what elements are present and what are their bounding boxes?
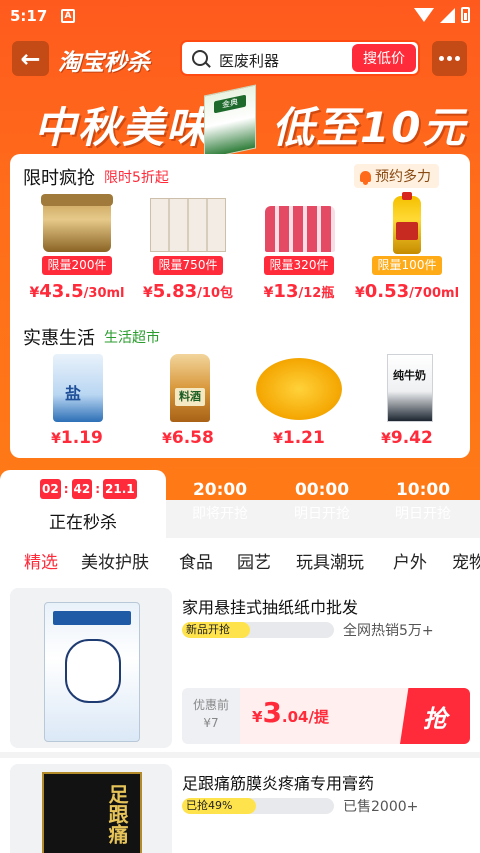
flash-product-2[interactable]: 限量750件 ¥5.83/10包 bbox=[133, 194, 243, 302]
session-tab-2000[interactable]: 20:00 即将开抢 bbox=[170, 480, 270, 523]
tissue-pack-image bbox=[146, 194, 230, 254]
sold-count: 已售2000+ bbox=[343, 799, 419, 815]
search-button[interactable]: 搜低价 bbox=[352, 44, 416, 72]
progress-label: 新品开抢 bbox=[186, 623, 230, 636]
back-button[interactable]: ← bbox=[12, 41, 49, 76]
sold-count: 全网热销5万+ bbox=[343, 623, 434, 639]
cooking-wine-image: 料酒 bbox=[146, 354, 230, 422]
banner-right-text: 低至10元 bbox=[272, 103, 467, 152]
promo-banner[interactable]: 中秋美味 金典 低至10元 bbox=[0, 84, 480, 160]
session-tab-0000[interactable]: 00:00 明日开抢 bbox=[272, 480, 372, 523]
countdown-timer: 02 : 42 : 21.1 bbox=[40, 479, 137, 499]
limit-badge: 限量750件 bbox=[152, 256, 224, 275]
daily-life-subtitle: 生活超市 bbox=[104, 330, 160, 346]
daily-product-2[interactable]: 料酒 bbox=[133, 354, 243, 422]
original-price: 优惠前 ¥7 bbox=[182, 688, 240, 744]
status-time: 5:17 bbox=[10, 7, 48, 25]
session-tabs: 02 : 42 : 21.1 正在秒杀 20:00 即将开抢 00:00 明日开… bbox=[0, 468, 480, 538]
wifi-icon bbox=[414, 8, 434, 22]
milk-pack-image: 纯牛奶 bbox=[365, 354, 449, 422]
list-item[interactable]: 足跟痛 足跟痛筋膜炎疼痛专用膏药 已抢49% 已售2000+ bbox=[0, 758, 480, 853]
product-thumbnail: 足跟痛 bbox=[10, 764, 172, 853]
cream-jar-image bbox=[35, 194, 119, 254]
daily-price-2: ¥6.58 bbox=[162, 428, 214, 448]
banner-left-text: 中秋美味 bbox=[34, 103, 211, 152]
arrow-left-icon: ← bbox=[20, 44, 41, 73]
more-dots-icon bbox=[439, 56, 444, 61]
sales-progress-bar: 新品开抢 bbox=[182, 622, 334, 638]
session-status: 明日开抢 bbox=[395, 506, 451, 522]
daily-price-3: ¥1.21 bbox=[273, 428, 325, 448]
cornmeal-image bbox=[252, 354, 346, 422]
session-time: 10:00 bbox=[395, 480, 451, 500]
signal-icon bbox=[440, 7, 455, 23]
progress-label: 已抢49% bbox=[186, 799, 233, 812]
session-status: 即将开抢 bbox=[192, 506, 248, 522]
product-thumbnail bbox=[10, 588, 172, 748]
taobao-seckill-logo: 淘宝秒杀 bbox=[58, 50, 150, 76]
daily-product-4[interactable]: 纯牛奶 bbox=[352, 354, 462, 422]
sales-progress-bar: 已抢49% bbox=[182, 798, 334, 814]
list-item[interactable]: 家用悬挂式抽纸纸巾批发 新品开抢 全网热销5万+ 优惠前 ¥7 ¥3.04/提 … bbox=[0, 582, 480, 752]
session-active-label: 正在秒杀 bbox=[49, 513, 117, 533]
flash-product-3[interactable]: 限量320件 ¥13/12瓶 bbox=[244, 194, 354, 302]
flash-sale-subtitle: 限时5折起 bbox=[104, 170, 169, 186]
grab-button[interactable]: 抢 bbox=[400, 688, 470, 744]
flash-sale-title: 限时疯抢 bbox=[23, 168, 95, 189]
countdown-seconds: 21.1 bbox=[103, 479, 137, 499]
product-title: 足跟痛筋膜炎疼痛专用膏药 bbox=[182, 774, 375, 793]
daily-price-4: ¥9.42 bbox=[381, 428, 433, 448]
daily-price-1: ¥1.19 bbox=[51, 428, 103, 448]
app-root: 5:17 A ← 淘宝秒杀 医废利器 搜低价 中秋美味 金典 低至10元 限时疯… bbox=[0, 0, 480, 853]
nav-bar: ← 淘宝秒杀 医废利器 搜低价 bbox=[0, 36, 480, 80]
session-time: 00:00 bbox=[294, 480, 350, 500]
milk-box-image: 金典 bbox=[196, 84, 264, 160]
category-tab-selected[interactable]: 精选 bbox=[24, 548, 58, 573]
product-price: ¥13/12瓶 bbox=[263, 281, 335, 302]
product-price: ¥0.53/700ml bbox=[354, 281, 460, 302]
flash-product-4[interactable]: 限量100件 ¥0.53/700ml bbox=[352, 192, 462, 302]
status-bar: 5:17 A bbox=[0, 0, 480, 32]
countdown-hours: 02 bbox=[40, 479, 61, 499]
search-bar[interactable]: 医废利器 搜低价 bbox=[180, 40, 420, 76]
category-tab-garden[interactable]: 园艺 bbox=[237, 548, 271, 573]
salt-image: 盐 bbox=[35, 354, 119, 422]
product-price: ¥5.83/10包 bbox=[142, 281, 233, 302]
buy-panel[interactable]: 优惠前 ¥7 ¥3.04/提 抢 bbox=[182, 688, 470, 744]
session-tab-active[interactable]: 02 : 42 : 21.1 正在秒杀 bbox=[0, 470, 166, 538]
notification-icon: A bbox=[61, 9, 75, 23]
daily-life-title: 实惠生活 bbox=[23, 328, 95, 349]
search-icon bbox=[192, 50, 208, 66]
remind-label: 预约多力 bbox=[375, 169, 431, 185]
limit-badge: 限量100件 bbox=[371, 256, 443, 275]
seckill-price: ¥3.04/提 bbox=[252, 696, 329, 729]
search-input[interactable]: 医废利器 bbox=[219, 50, 279, 71]
session-tab-1000[interactable]: 10:00 明日开抢 bbox=[373, 480, 473, 523]
daily-product-1[interactable]: 盐 bbox=[22, 354, 132, 422]
limit-badge: 限量320件 bbox=[263, 256, 335, 275]
product-title: 家用悬挂式抽纸纸巾批发 bbox=[182, 598, 359, 617]
product-price: ¥43.5/30ml bbox=[29, 281, 125, 302]
session-status: 明日开抢 bbox=[294, 506, 350, 522]
category-tab-pets[interactable]: 宠物 bbox=[452, 548, 480, 573]
category-tab-outdoor[interactable]: 户外 bbox=[393, 548, 427, 573]
more-button[interactable] bbox=[432, 41, 467, 76]
countdown-minutes: 42 bbox=[71, 479, 93, 499]
limit-badge: 限量200件 bbox=[41, 256, 113, 275]
session-time: 20:00 bbox=[192, 480, 248, 500]
battery-icon bbox=[461, 7, 470, 23]
cooking-oil-image bbox=[365, 192, 449, 254]
system-icons bbox=[414, 7, 470, 23]
bell-icon bbox=[360, 170, 371, 185]
category-tab-food[interactable]: 食品 bbox=[179, 548, 213, 573]
flash-product-1[interactable]: 限量200件 ¥43.5/30ml bbox=[22, 194, 132, 302]
category-bar: 精选 美妆护肤 食品 园艺 玩具潮玩 户外 宠物 bbox=[0, 538, 480, 582]
category-tab-beauty[interactable]: 美妆护肤 bbox=[81, 548, 149, 573]
category-tab-toys[interactable]: 玩具潮玩 bbox=[296, 548, 364, 573]
remind-button[interactable]: 预约多力 bbox=[354, 164, 439, 188]
flash-sale-card: 限时疯抢 限时5折起 预约多力 限量200件 ¥43.5/30ml 限量750件… bbox=[10, 154, 470, 458]
daily-product-3[interactable] bbox=[244, 354, 354, 422]
drink-bottles-image bbox=[257, 194, 341, 254]
product-list: 家用悬挂式抽纸纸巾批发 新品开抢 全网热销5万+ 优惠前 ¥7 ¥3.04/提 … bbox=[0, 582, 480, 853]
